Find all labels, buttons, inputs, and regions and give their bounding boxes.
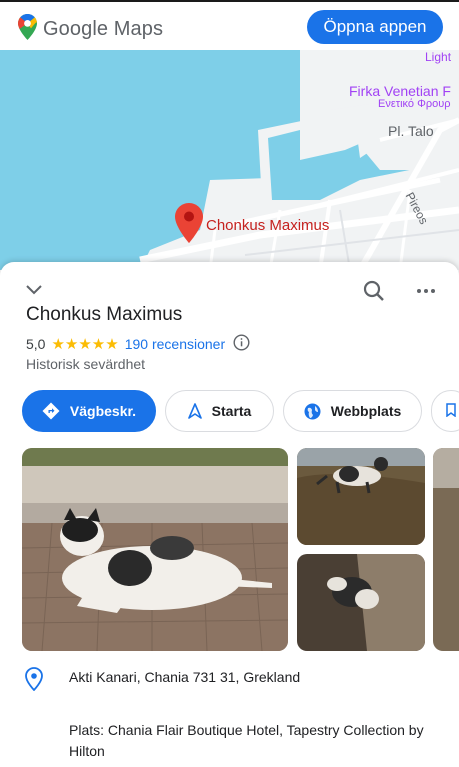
place-category: Historisk sevärdhet [26, 356, 146, 372]
maps-pin-logo-icon [18, 14, 37, 45]
navigation-arrow-icon [187, 403, 202, 419]
star-rating: ★★★★★ [51, 336, 119, 353]
rating-value: 5,0 [26, 336, 46, 352]
map-label-firka[interactable]: Firka Venetian F [349, 83, 451, 99]
bookmark-icon [446, 402, 456, 420]
action-chips: Vägbeskr. Starta Webbplats [22, 390, 459, 432]
open-app-button[interactable]: Öppna appen [307, 10, 443, 44]
address-row[interactable]: Akti Kanari, Chania 731 31, Grekland [0, 665, 459, 695]
place-sheet: Chonkus Maximus 5,0 ★★★★★ 190 recensione… [0, 262, 459, 767]
start-label: Starta [211, 403, 252, 419]
website-button[interactable]: Webbplats [283, 390, 422, 432]
place-title: Chonkus Maximus [26, 304, 183, 325]
directions-label: Vägbeskr. [69, 403, 137, 419]
rating-row: 5,0 ★★★★★ 190 recensioner [26, 334, 250, 354]
website-label: Webbplats [330, 403, 402, 419]
location-pin-icon [25, 667, 43, 696]
search-icon[interactable] [362, 279, 386, 303]
map-label-pl-talo[interactable]: Pl. Talo [388, 123, 434, 139]
photo-partial[interactable] [433, 448, 459, 651]
photo-cat-walking[interactable] [297, 448, 425, 545]
photo-gallery [22, 448, 459, 651]
google-maps-logo[interactable]: Google Maps [18, 14, 163, 45]
located-in-text: Plats: Chania Flair Boutique Hotel, Tape… [69, 722, 424, 759]
logo-text: Google Maps [43, 18, 164, 40]
map-label-firka-greek[interactable]: Ενετικό Φρουρ [378, 98, 451, 110]
info-icon[interactable] [233, 334, 250, 354]
start-button[interactable]: Starta [165, 390, 274, 432]
more-icon[interactable] [414, 282, 438, 300]
top-bar: Google Maps Öppna appen [0, 0, 459, 50]
more-actions-button[interactable] [431, 390, 459, 432]
photo-main[interactable] [22, 448, 288, 651]
map-view[interactable]: Light Firka Venetian F Ενετικό Φρουρ Pl.… [0, 50, 459, 270]
globe-icon [304, 403, 321, 420]
map-label-place[interactable]: Chonkus Maximus [206, 217, 329, 234]
chevron-down-icon[interactable] [26, 282, 42, 300]
reviews-link[interactable]: 190 recensioner [125, 336, 225, 352]
directions-icon [42, 402, 60, 420]
map-label-lighthouse[interactable]: Light [425, 50, 451, 64]
address-text: Akti Kanari, Chania 731 31, Grekland [69, 669, 301, 685]
photo-cat-sleeping[interactable] [297, 554, 425, 651]
directions-button[interactable]: Vägbeskr. [22, 390, 156, 432]
maps-page: Google Maps Öppna appen Light Firka Vene… [0, 0, 459, 767]
